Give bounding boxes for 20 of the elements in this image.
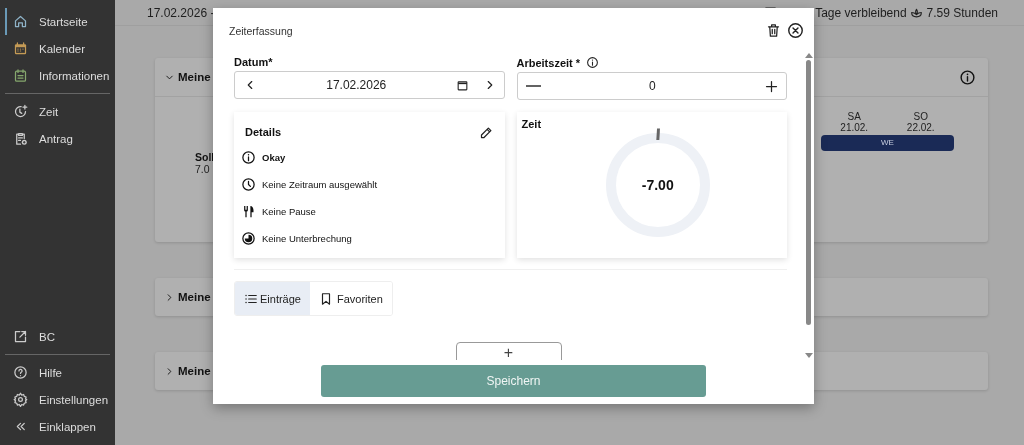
day-date: 22.02. [906,122,935,133]
weekday-label: SA [847,111,861,122]
dialog-title: Zeiterfassung [229,25,293,37]
weekday-label: SO [913,111,928,122]
detail-text: Keine Pause [262,206,316,217]
detail-text: Okay [262,152,286,163]
hours-text: 7.59 Stunden [926,5,998,20]
summary-value: 7.0 [195,163,211,175]
day-date: 21.02. [840,122,869,133]
field-label: Arbeitszeit * [516,56,581,69]
date-text: 17.02.2026 - [147,5,215,20]
card-title: Details [245,126,282,138]
remaining-days-text: Tage verbleibend [815,5,907,20]
detail-text: Keine Unterbrechung [262,233,352,244]
field-label: Datum* [234,56,274,68]
card-title: Zeit [520,117,543,130]
weekend-badge: WE [821,135,954,151]
time-value: -7.00 [640,177,675,193]
summary-label: Soll [195,151,215,163]
detail-text: Keine Zeitraum ausgewählt [262,179,378,190]
